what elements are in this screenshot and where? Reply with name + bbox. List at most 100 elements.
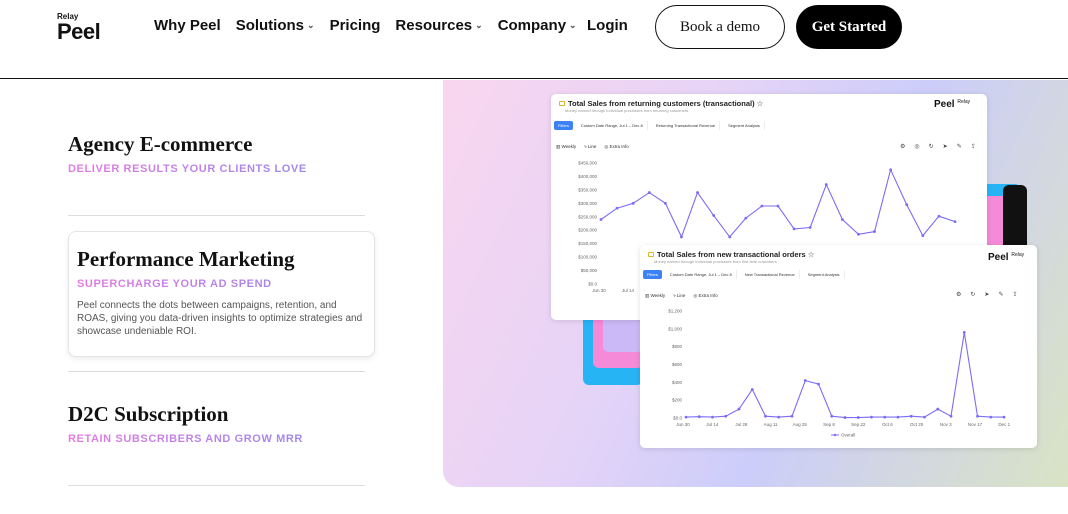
metric-filter[interactable]: New Transactional Revenue	[741, 270, 800, 279]
new-sales-line-chart: $1,200 $1,000 $800 $600 $400 $200 $0.0Jun 30 Ju…	[668, 309, 1010, 438]
settings-icon[interactable]: ⚙	[956, 291, 961, 298]
data-point	[817, 382, 820, 386]
refresh-icon[interactable]: ↻	[929, 143, 934, 150]
nav-item-pricing[interactable]: Pricing	[330, 17, 381, 34]
data-point	[873, 230, 876, 233]
line-toggle[interactable]: ϟ Line	[584, 144, 596, 150]
data-point	[790, 414, 794, 418]
data-point	[615, 206, 619, 210]
data-point	[599, 218, 603, 221]
x-tick-label: Oct 20	[910, 422, 924, 427]
y-tick-label: $50,000	[581, 268, 598, 273]
x-tick-label: Oct 6	[882, 422, 893, 427]
y-tick-label: $1,200	[668, 309, 682, 314]
weekly-toggle[interactable]: ▥ Weekly	[645, 293, 665, 299]
feature-subtitle: SUPERCHARGE YOUR AD SPEND	[77, 278, 367, 290]
feature-d2c[interactable]: D2C Subscription RETAIN SUBSCRIBERS AND …	[68, 402, 374, 445]
share-icon[interactable]: ⇪	[1012, 291, 1017, 298]
nav-item-why-peel[interactable]: Why Peel	[154, 17, 221, 34]
get-started-button[interactable]: Get Started	[796, 5, 902, 49]
y-tick-label: $250,000	[578, 214, 597, 219]
chart-subtitle: Money earned through individual purchase…	[654, 259, 777, 264]
nav-item-company[interactable]: Company ⌄	[498, 17, 577, 34]
feature-subtitle: DELIVER RESULTS YOUR CLIENTS LOVE	[68, 163, 374, 175]
data-point	[936, 407, 940, 411]
data-point	[684, 415, 688, 419]
metric-filter[interactable]: Returning Transactional Revenue	[652, 121, 721, 130]
filters-button[interactable]: Filters	[643, 270, 662, 279]
y-tick-label: $200	[672, 398, 683, 403]
data-point	[631, 201, 635, 205]
y-tick-label: $1,000	[668, 326, 682, 331]
x-tick-label: Jul 14	[622, 288, 635, 293]
y-tick-label: $350,000	[578, 187, 597, 192]
chart-card-new: Total Sales from new transactional order…	[640, 245, 1037, 448]
data-point	[1002, 415, 1006, 419]
target-icon[interactable]: ◎	[914, 143, 919, 150]
logo-peel-text: Peel	[57, 19, 101, 44]
send-icon[interactable]: ➤	[943, 143, 948, 150]
date-range-filter[interactable]: Custom Date Range, Jul 1 – Dec 8	[577, 121, 648, 130]
book-demo-button[interactable]: Book a demo	[655, 5, 785, 49]
weekly-toggle[interactable]: ▥ Weekly	[556, 144, 576, 150]
nav-links: Why Peel Solutions ⌄ Pricing Resources ⌄ C…	[154, 17, 577, 34]
divider	[68, 215, 365, 216]
feature-agency[interactable]: Agency E-commerce DELIVER RESULTS YOUR C…	[68, 132, 374, 175]
extra-info-toggle[interactable]: ◎ Extra Info	[604, 144, 628, 150]
feature-title: Agency E-commerce	[68, 132, 253, 156]
data-point	[792, 227, 796, 231]
data-point	[697, 415, 701, 419]
data-point	[857, 232, 860, 236]
line-toggle[interactable]: ϟ Line	[673, 293, 685, 299]
y-tick-label: $0.0	[673, 416, 682, 421]
refresh-icon[interactable]: ↻	[970, 291, 975, 298]
folder-icon	[648, 252, 654, 257]
data-point	[949, 414, 953, 418]
data-point	[777, 415, 781, 419]
feature-title: Performance Marketing	[77, 247, 295, 271]
edit-icon[interactable]: ✎	[957, 143, 962, 150]
chevron-down-icon: ⌄	[569, 20, 577, 30]
nav-item-solutions[interactable]: Solutions ⌄	[236, 17, 315, 34]
x-tick-label: Aug 11	[764, 422, 778, 427]
data-point	[896, 415, 900, 419]
data-point	[856, 416, 860, 419]
x-tick-label: Nov 17	[968, 422, 983, 427]
edit-icon[interactable]: ✎	[998, 291, 1003, 298]
feature-performance[interactable]: Performance Marketing SUPERCHARGE YOUR A…	[77, 247, 367, 338]
peel-brand-logo: Peel Relay	[934, 99, 971, 110]
nav-item-resources[interactable]: Resources ⌄	[395, 17, 482, 34]
decor-block-black	[1003, 185, 1027, 251]
x-tick-label: Jul 28	[735, 422, 748, 427]
data-point	[937, 214, 941, 218]
data-point	[663, 201, 667, 205]
data-point	[760, 204, 764, 208]
filters-button[interactable]: Filters	[554, 121, 573, 130]
segment-filter[interactable]: Segment Analysis	[804, 270, 845, 279]
data-point	[923, 415, 926, 419]
settings-icon[interactable]: ⚙	[900, 143, 905, 150]
data-point	[976, 414, 979, 418]
chart-title: Total Sales from returning customers (tr…	[559, 99, 763, 108]
data-point	[764, 414, 767, 418]
extra-info-toggle[interactable]: ◎ Extra Info	[693, 293, 717, 299]
top-nav: Relay Peel Why Peel Solutions ⌄ Pricing R…	[0, 0, 1068, 79]
legend-label: Overall	[841, 433, 855, 438]
y-tick-label: $100,000	[578, 255, 597, 260]
peel-logo[interactable]: Relay Peel	[57, 12, 101, 44]
y-tick-label: $600	[672, 362, 683, 367]
send-icon[interactable]: ➤	[984, 291, 989, 298]
chart-title: Total Sales from new transactional order…	[648, 250, 814, 259]
segment-filter[interactable]: Segment Analysis	[724, 121, 765, 130]
data-point	[647, 191, 651, 194]
data-point	[830, 414, 834, 418]
data-point	[737, 407, 741, 411]
data-point	[909, 414, 913, 418]
y-tick-label: $300,000	[578, 201, 597, 206]
data-point	[728, 235, 732, 239]
login-link[interactable]: Login	[587, 17, 628, 34]
filter-bar: Filters Custom Date Range, Jul 1 – Dec 8…	[643, 270, 845, 279]
date-range-filter[interactable]: Custom Date Range, Jul 1 – Dec 8	[666, 270, 737, 279]
share-icon[interactable]: ⇪	[971, 143, 976, 150]
data-point	[696, 191, 699, 194]
